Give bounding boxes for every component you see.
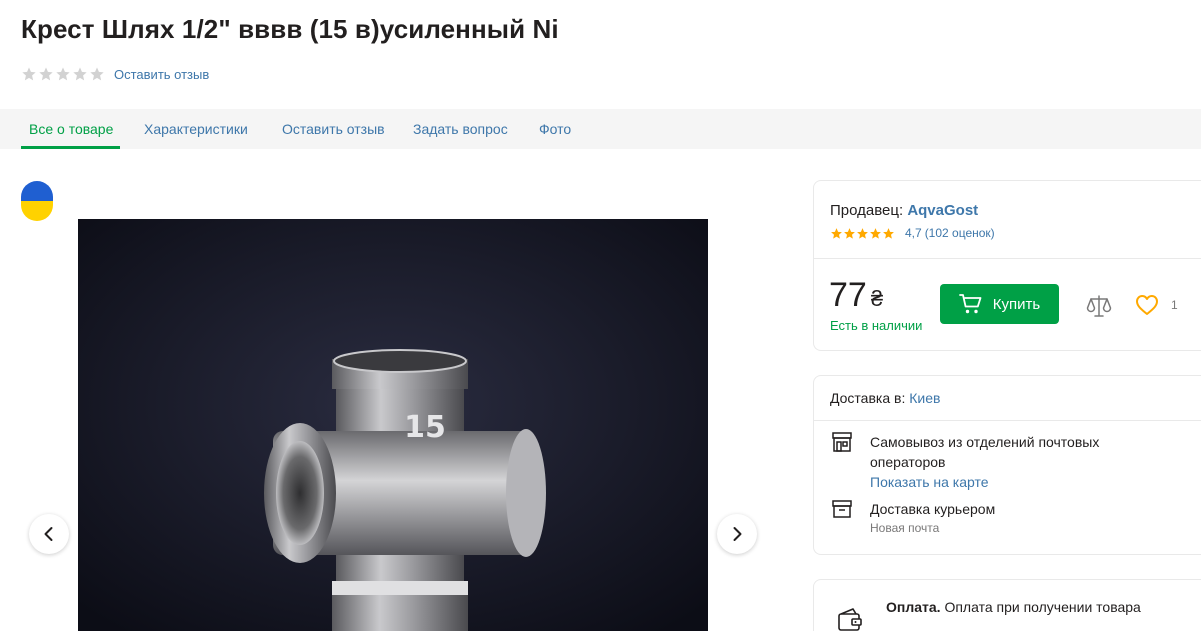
price-value: 77 [829, 276, 867, 314]
next-photo-button[interactable] [717, 514, 757, 554]
favorites-count: 1 [1171, 298, 1178, 312]
delivery-destination: Доставка в: Киев [830, 390, 940, 406]
chevron-right-icon [733, 527, 742, 541]
prev-photo-button[interactable] [29, 514, 69, 554]
leave-review-link[interactable]: Оставить отзыв [114, 67, 209, 82]
delivery-prefix: Доставка в: [830, 390, 906, 406]
seller-rating-score[interactable]: 4,7 [905, 226, 922, 240]
star-empty-icon [56, 67, 70, 81]
product-tabs: Все о товаре Характеристики Оставить отз… [0, 109, 1201, 149]
payment-text: Оплата при получении товара [944, 599, 1141, 615]
payment-label: Оплата. [886, 599, 941, 615]
product-rating-stars [21, 66, 105, 82]
stock-status: Есть в наличии [830, 318, 923, 333]
photo-marking: 15 [404, 410, 446, 445]
seller-offer-panel: Продавец: AqvaGost 4,7 (102 оценок) 77 ₴ … [813, 180, 1201, 351]
cart-icon [958, 294, 982, 314]
tab-leave-review[interactable]: Оставить отзыв [282, 109, 385, 149]
seller-rating-count[interactable]: (102 оценок) [925, 226, 995, 240]
divider [814, 258, 1201, 259]
courier-provider: Новая почта [870, 521, 940, 535]
payment-panel: Оплата. Оплата при получении товара [813, 579, 1201, 631]
star-empty-icon [90, 67, 104, 81]
pickup-text: Самовывоз из отделений почтовых оператор… [870, 434, 1100, 470]
price: 77 ₴ [829, 276, 883, 315]
product-rating-row: Оставить отзыв [21, 66, 209, 82]
payment-info: Оплата. Оплата при получении товара [886, 599, 1141, 615]
star-filled-icon [870, 227, 881, 239]
seller-line: Продавец: AqvaGost [830, 202, 978, 219]
tab-all-about-product[interactable]: Все о товаре [29, 109, 113, 149]
tab-ask-question[interactable]: Задать вопрос [413, 109, 508, 149]
wallet-icon [838, 608, 862, 631]
star-empty-icon [39, 67, 53, 81]
courier-text: Доставка курьером [870, 501, 996, 517]
seller-rating: 4,7 (102 оценок) [830, 226, 995, 240]
compare-scales-icon[interactable] [1086, 294, 1112, 318]
active-tab-indicator [21, 146, 120, 149]
pickup-point-icon [832, 432, 852, 452]
buy-button-label: Купить [992, 295, 1041, 313]
star-empty-icon [73, 67, 87, 81]
delivery-panel: Доставка в: Киев Самовывоз из отделений … [813, 375, 1201, 555]
price-currency: ₴ [870, 286, 884, 311]
product-title: Крест Шлях 1/2" вввв (15 в)усиленный Ni [21, 14, 559, 44]
buy-button[interactable]: Купить [940, 284, 1059, 324]
courier-box-icon [832, 500, 852, 518]
divider [814, 420, 1201, 421]
seller-prefix: Продавец: [830, 202, 904, 219]
delivery-city-link[interactable]: Киев [909, 390, 940, 406]
star-filled-icon [844, 227, 855, 239]
show-on-map-link[interactable]: Показать на карте [870, 474, 989, 490]
heart-icon[interactable] [1135, 294, 1159, 316]
chevron-left-icon [44, 527, 53, 541]
star-filled-icon [883, 227, 894, 239]
star-filled-icon [857, 227, 868, 239]
product-photo[interactable]: 15 [78, 219, 708, 631]
star-filled-icon [831, 227, 842, 239]
ukraine-flag-icon [21, 181, 53, 221]
tab-photo[interactable]: Фото [539, 109, 571, 149]
tab-characteristics[interactable]: Характеристики [144, 109, 248, 149]
seller-name-link[interactable]: AqvaGost [907, 202, 978, 219]
star-empty-icon [22, 67, 36, 81]
